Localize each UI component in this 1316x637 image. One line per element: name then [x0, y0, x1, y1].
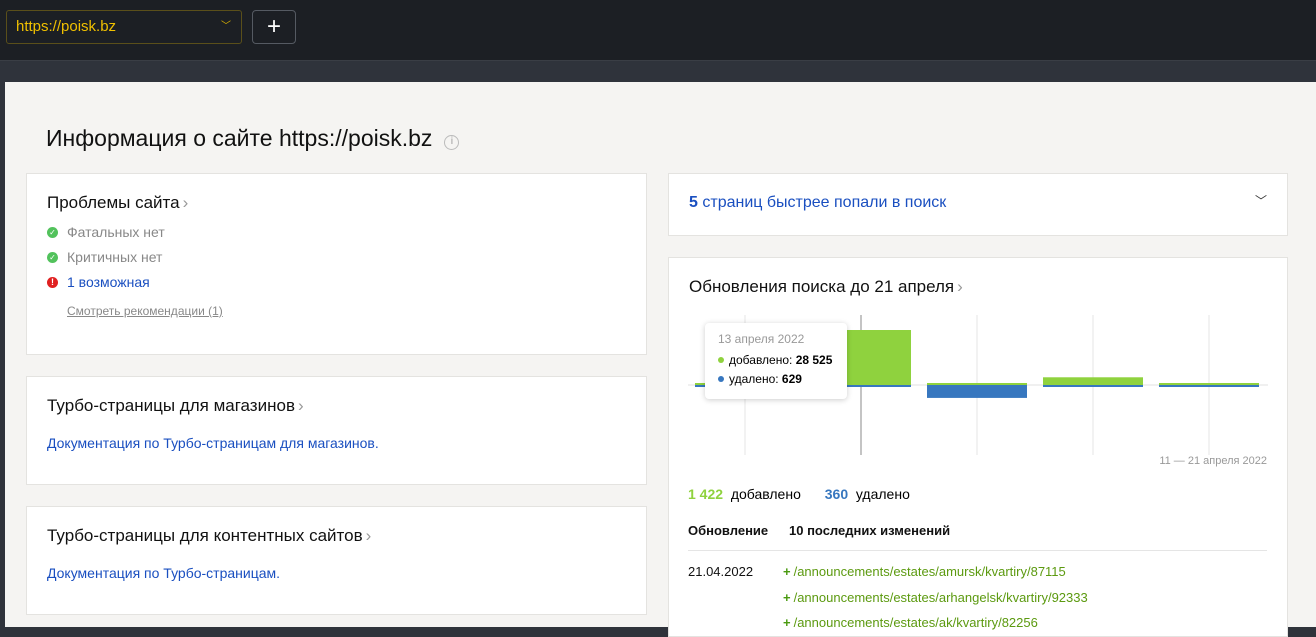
- search-updates-title[interactable]: Обновления поиска до 21 апреля ›: [689, 277, 1267, 297]
- turbo-content-doc-link[interactable]: Документация по Турбо-страницам.: [47, 565, 626, 581]
- check-icon: ✓: [47, 226, 58, 238]
- turbo-content-title[interactable]: Турбо-страницы для контентных сайтов ›: [47, 526, 626, 546]
- updates-summary: 1 422 добавлено 360 удалено: [688, 486, 910, 502]
- chart-tooltip: 13 апреля 2022 добавлено: 28 525 удалено…: [705, 323, 847, 399]
- site-selector-value: https://poisk.bz: [16, 18, 117, 35]
- site-problems-card: Проблемы сайта › ✓ Фатальных нет ✓ Критичны…: [26, 173, 647, 355]
- chevron-right-icon: ›: [365, 526, 372, 545]
- turbo-shops-title[interactable]: Турбо-страницы для магазинов ›: [47, 396, 626, 416]
- site-problems-title[interactable]: Проблемы сайта ›: [47, 193, 626, 213]
- chevron-right-icon: ›: [182, 193, 189, 212]
- changed-url[interactable]: +/announcements/estates/amursk/kvartiry/…: [783, 564, 1066, 579]
- bar-added: [1043, 377, 1143, 385]
- info-icon[interactable]: i: [444, 135, 460, 150]
- changed-url[interactable]: +/announcements/estates/arhangelsk/kvart…: [783, 590, 1088, 605]
- turbo-content-card: Турбо-страницы для контентных сайтов › До…: [26, 506, 647, 615]
- page-title-text: Информация о сайте https://poisk.bz: [46, 125, 433, 151]
- recommendations-link[interactable]: Смотреть рекомендации (1): [67, 304, 626, 318]
- turbo-shops-doc-link[interactable]: Документация по Турбо-страницам для мага…: [47, 435, 626, 451]
- bar-added: [1159, 383, 1259, 385]
- chevron-down-icon[interactable]: ﹀: [1255, 192, 1267, 209]
- bar-removed: [927, 385, 1027, 398]
- col-changes-header: 10 последних изменений: [789, 523, 951, 538]
- col-update-header: Обновление: [688, 523, 769, 538]
- divider: [688, 550, 1267, 551]
- bar-removed: [1043, 385, 1143, 387]
- bar-added: [927, 383, 1027, 385]
- fast-pages-text[interactable]: 5 страниц быстрее попали в поиск: [689, 194, 946, 211]
- added-count: 1 422: [688, 486, 724, 502]
- chevron-right-icon: ›: [957, 277, 963, 296]
- tooltip-removed: удалено: 629: [718, 372, 834, 386]
- chart-date-range: 11 — 21 апреля 2022: [1159, 455, 1267, 467]
- top-bar: https://poisk.bz ﹀ +: [0, 0, 1316, 61]
- possible-problems-link[interactable]: 1 возможная: [67, 274, 150, 290]
- error-icon: !: [47, 276, 58, 288]
- chevron-right-icon: ›: [297, 396, 304, 415]
- problem-possible: ! 1 возможная: [47, 274, 626, 290]
- check-icon: ✓: [47, 251, 58, 263]
- bar-removed: [1159, 385, 1259, 387]
- add-site-button[interactable]: +: [252, 10, 296, 44]
- removed-label: удалено: [855, 486, 910, 502]
- turbo-shops-card: Турбо-страницы для магазинов › Документац…: [26, 376, 647, 485]
- fast-pages-card[interactable]: 5 страниц быстрее попали в поиск ﹀: [668, 173, 1288, 236]
- site-selector[interactable]: https://poisk.bz ﹀: [6, 10, 242, 44]
- page-title: Информация о сайте https://poisk.bz i: [46, 125, 460, 152]
- added-label: добавлено: [730, 486, 801, 502]
- removed-count: 360: [824, 486, 849, 502]
- tooltip-added: добавлено: 28 525: [718, 353, 834, 367]
- tooltip-date: 13 апреля 2022: [718, 332, 805, 346]
- row-date: 21.04.2022: [688, 564, 754, 579]
- problem-fatal: ✓ Фатальных нет: [47, 224, 626, 240]
- problem-critical: ✓ Критичных нет: [47, 249, 626, 265]
- changed-url[interactable]: +/announcements/estates/ak/kvartiry/8225…: [783, 615, 1038, 630]
- chevron-down-icon: ﹀: [221, 21, 231, 32]
